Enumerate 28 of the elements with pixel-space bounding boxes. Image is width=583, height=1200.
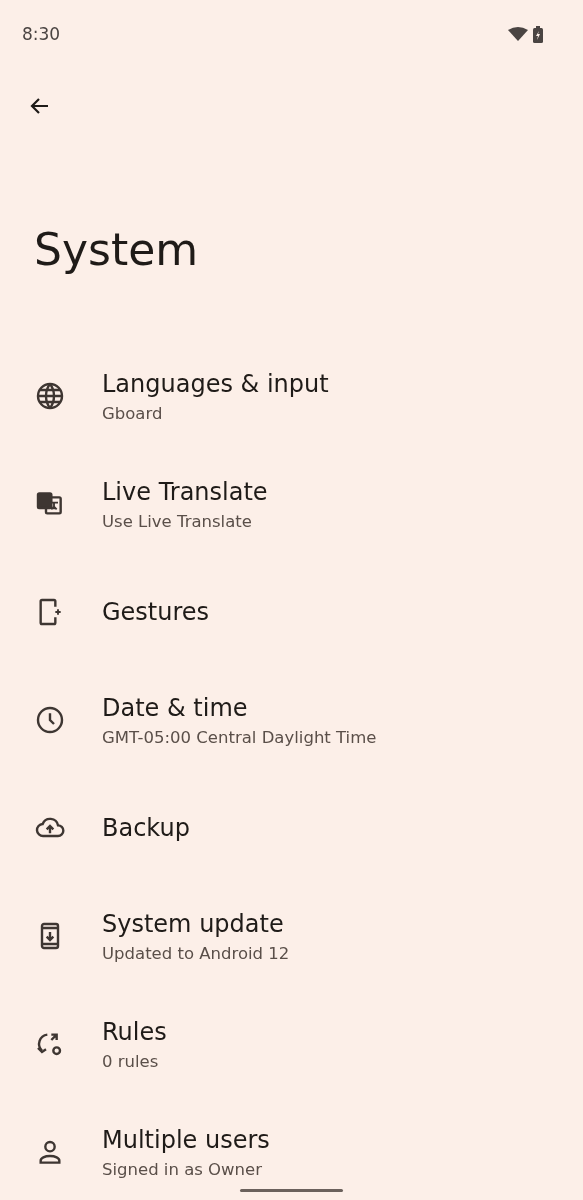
settings-item[interactable]: Rules 0 rules — [0, 990, 583, 1098]
battery-icon — [533, 25, 543, 43]
item-title: Languages & input — [102, 369, 329, 398]
status-time: 8:30 — [22, 24, 61, 44]
settings-item[interactable]: Live Translate Use Live Translate — [0, 450, 583, 558]
item-subtitle: Use Live Translate — [102, 511, 253, 531]
item-subtitle: 0 rules — [102, 1051, 160, 1071]
item-title: System update — [102, 909, 285, 938]
item-subtitle: Gboard — [102, 403, 164, 423]
item-title: Rules — [102, 1017, 167, 1046]
item-title: Live Translate — [102, 477, 268, 506]
item-title: Backup — [102, 814, 190, 842]
item-subtitle: Signed in as Owner — [102, 1159, 263, 1179]
settings-item[interactable]: Languages & input Gboard — [0, 342, 583, 450]
globe-icon — [34, 380, 66, 412]
item-title: Gestures — [102, 598, 210, 626]
settings-item[interactable]: Gestures — [0, 558, 583, 666]
item-title: Date & time — [102, 693, 249, 722]
settings-item[interactable]: Multiple users Signed in as Owner — [0, 1098, 583, 1200]
item-subtitle: Updated to Android 12 — [102, 943, 290, 963]
settings-item[interactable]: Date & time GMT-05:00 Central Daylight Time — [0, 666, 583, 774]
page-title: System — [34, 223, 200, 277]
wifi-icon — [508, 27, 528, 41]
settings-item[interactable]: System update Updated to Android 12 — [0, 882, 583, 990]
item-title: Multiple users — [102, 1125, 270, 1154]
settings-item[interactable]: Backup — [0, 774, 583, 882]
item-subtitle: GMT-05:00 Central Daylight Time — [102, 727, 377, 747]
clock-icon — [34, 704, 66, 736]
